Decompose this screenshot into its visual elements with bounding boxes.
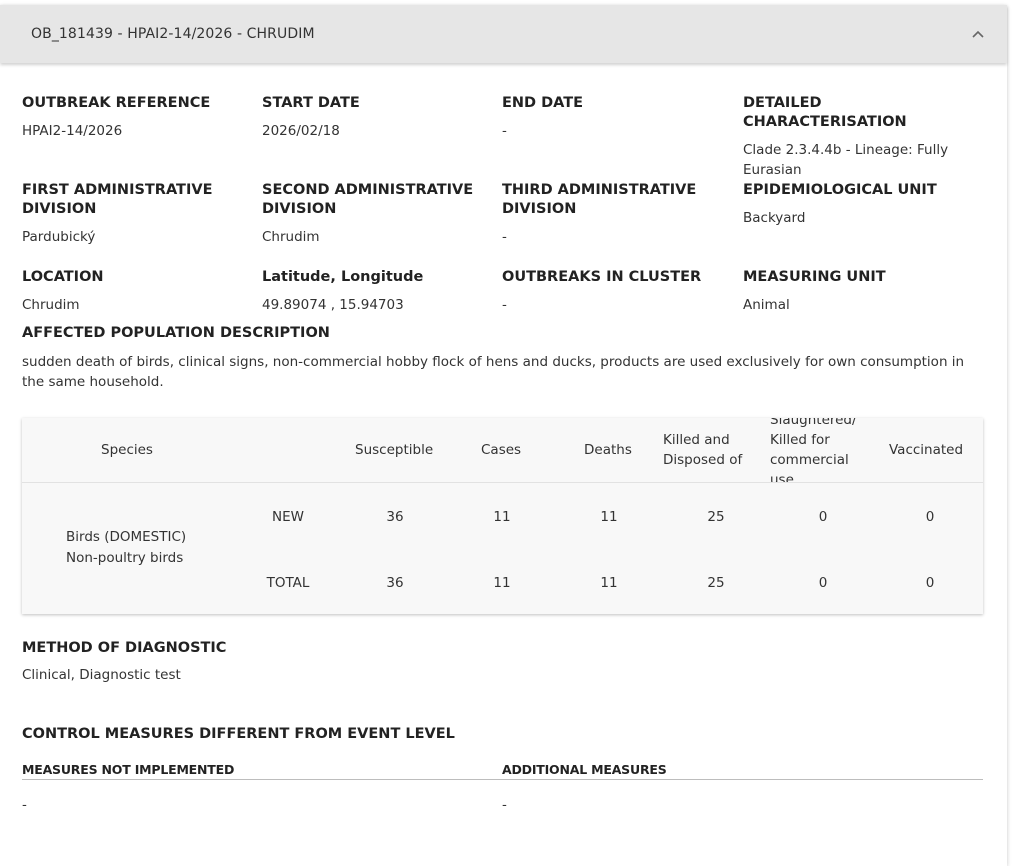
field-label: OUTBREAK REFERENCE (22, 95, 211, 111)
cell-susceptible: 36 (386, 575, 404, 591)
th-slaughtered: Slaughtered/ Killed for commercial use (770, 418, 857, 483)
field-outbreak-reference: OUTBREAK REFERENCE HPAI2-14/2026 (22, 94, 254, 141)
field-outbreaks-in-cluster: OUTBREAKS IN CLUSTER - (502, 268, 734, 315)
field-value: 2026/02/18 (262, 123, 340, 139)
cell-slaughtered: 0 (818, 509, 828, 525)
cell-deaths: 11 (600, 575, 618, 591)
diagnostic-value: Clinical, Diagnostic test (22, 667, 181, 683)
field-value: Backyard (743, 210, 806, 226)
field-label: EPIDEMIOLOGICAL UNIT (743, 182, 937, 198)
field-end-date: END DATE - (502, 94, 734, 141)
measures-divider (22, 779, 983, 780)
panel-header[interactable]: OB_181439 - HPAI2-14/2026 - CHRUDIM (0, 5, 1007, 63)
population-table: Species Susceptible Cases Deaths Killed … (22, 418, 983, 614)
field-label: START DATE (262, 95, 360, 111)
field-lat-long: Latitude, Longitude 49.89074 , 15.94703 (262, 268, 494, 315)
field-location: LOCATION Chrudim (22, 268, 254, 315)
row-type: NEW (272, 509, 304, 525)
species-line-1: Birds (DOMESTIC) (66, 529, 187, 545)
affected-population-value: sudden death of birds, clinical signs, n… (22, 354, 965, 390)
outbreak-panel: OB_181439 - HPAI2-14/2026 - CHRUDIM OUTB… (0, 5, 1007, 866)
th-killed: Killed and Disposed of (663, 432, 743, 468)
field-label: SECOND ADMINISTRATIVE DIVISION (262, 182, 474, 217)
field-label: THIRD ADMINISTRATIVE DIVISION (502, 182, 697, 217)
cell-killed: 25 (707, 575, 725, 591)
field-detailed-characterisation: DETAILED CHARACTERISATION Clade 2.3.4.4b… (743, 94, 983, 180)
species-line-2: Non-poultry birds (66, 550, 184, 566)
field-value: Chrudim (262, 229, 320, 245)
row-type: TOTAL (266, 575, 310, 591)
measures-not-implemented-label: MEASURES NOT IMPLEMENTED (22, 762, 235, 777)
field-value: - (502, 123, 507, 139)
field-value: Clade 2.3.4.4b - Lineage: Fully Eurasian (743, 142, 949, 178)
additional-measures-value: - (502, 797, 507, 813)
field-label: FIRST ADMINISTRATIVE DIVISION (22, 182, 213, 217)
field-value: - (502, 297, 507, 313)
cell-cases: 11 (493, 575, 511, 591)
field-second-admin-division: SECOND ADMINISTRATIVE DIVISION Chrudim (262, 181, 477, 247)
cell-vaccinated: 0 (925, 509, 935, 525)
field-label: OUTBREAKS IN CLUSTER (502, 269, 702, 285)
field-value: Animal (743, 297, 790, 313)
species-cell: Birds (DOMESTIC) Non-poultry birds (66, 527, 186, 569)
field-value: Chrudim (22, 297, 80, 313)
cell-killed: 25 (707, 509, 725, 525)
diagnostic-label: METHOD OF DIAGNOSTIC (22, 640, 227, 656)
th-vaccinated: Vaccinated (889, 442, 964, 458)
field-first-admin-division: FIRST ADMINISTRATIVE DIVISION Pardubický (22, 181, 227, 247)
field-label: END DATE (502, 95, 584, 111)
th-cases: Cases (481, 442, 522, 458)
cell-slaughtered: 0 (818, 575, 828, 591)
measures-not-implemented-value: - (22, 797, 27, 813)
th-susceptible: Susceptible (355, 442, 434, 458)
th-species: Species (101, 442, 153, 458)
field-label: Latitude, Longitude (262, 269, 424, 285)
chevron-up-icon[interactable] (971, 27, 985, 41)
field-label: LOCATION (22, 269, 104, 285)
panel-title: OB_181439 - HPAI2-14/2026 - CHRUDIM (31, 26, 315, 42)
field-epidemiological-unit: EPIDEMIOLOGICAL UNIT Backyard (743, 181, 983, 228)
cell-vaccinated: 0 (925, 575, 935, 591)
field-label: DETAILED CHARACTERISATION (743, 95, 907, 130)
th-deaths: Deaths (584, 442, 632, 458)
field-value: 49.89074 , 15.94703 (262, 297, 404, 313)
field-value: - (502, 229, 507, 245)
cell-susceptible: 36 (386, 509, 404, 525)
field-third-admin-division: THIRD ADMINISTRATIVE DIVISION - (502, 181, 712, 247)
table-header: Species Susceptible Cases Deaths Killed … (22, 418, 983, 483)
additional-measures-label: ADDITIONAL MEASURES (502, 762, 667, 777)
field-measuring-unit: MEASURING UNIT Animal (743, 268, 975, 315)
field-value: Pardubický (22, 229, 96, 245)
cell-deaths: 11 (600, 509, 618, 525)
control-measures-label: CONTROL MEASURES DIFFERENT FROM EVENT LE… (22, 726, 455, 742)
field-label: MEASURING UNIT (743, 269, 886, 285)
field-start-date: START DATE 2026/02/18 (262, 94, 494, 141)
affected-population-label: AFFECTED POPULATION DESCRIPTION (22, 325, 330, 341)
field-value: HPAI2-14/2026 (22, 123, 123, 139)
cell-cases: 11 (493, 509, 511, 525)
